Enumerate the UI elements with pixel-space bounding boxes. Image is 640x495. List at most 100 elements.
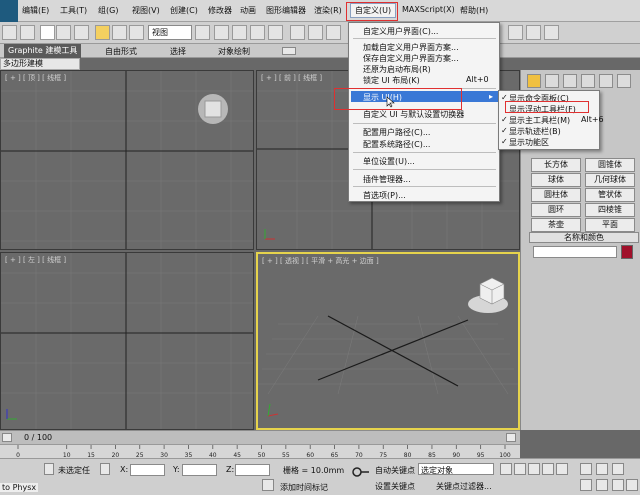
- maximize-viewport-icon[interactable]: [626, 479, 638, 491]
- tab-object-paint[interactable]: 对象绘制: [218, 46, 250, 57]
- tab-polygon-modeling[interactable]: 多边形建模: [0, 58, 80, 70]
- track-bar[interactable]: 0 10 15 20 25 30 35 40 45 50 55 60 65 70 75 80 85 90 95 100: [0, 444, 520, 459]
- key-filters-button[interactable]: 关键点过滤器...: [436, 481, 492, 492]
- mirror-icon[interactable]: [308, 25, 323, 40]
- time-slider-next-icon[interactable]: [506, 433, 516, 442]
- menu-item-revert-layout[interactable]: 还原为启动布局(R): [363, 64, 431, 75]
- menu-rendering[interactable]: 渲染(R): [314, 5, 342, 16]
- maxscript-toggle-icon[interactable]: [44, 463, 54, 475]
- menu-tools[interactable]: 工具(T): [60, 5, 87, 16]
- submenu-show-track-bar[interactable]: 显示轨迹栏(B): [509, 126, 561, 137]
- primitive-geosphere-button[interactable]: 几何球体: [585, 173, 635, 187]
- menu-animation[interactable]: 动画: [240, 5, 256, 16]
- name-color-rollout[interactable]: 名称和颜色: [529, 232, 639, 243]
- key-icon[interactable]: [352, 465, 370, 479]
- tab-selection[interactable]: 选择: [170, 46, 186, 57]
- menu-graph-editors[interactable]: 图形编辑器: [266, 5, 306, 16]
- rectangle-region-icon[interactable]: [74, 25, 89, 40]
- selection-lock-icon[interactable]: [100, 463, 110, 475]
- scale-icon[interactable]: [129, 25, 144, 40]
- utilities-tab-icon[interactable]: [617, 74, 631, 88]
- viewport-perspective[interactable]: [ + ] [ 透视 ] [ 平滑 + 高光 + 边面 ]: [256, 252, 520, 430]
- render-setup-icon[interactable]: [508, 25, 523, 40]
- select-object-icon[interactable]: [40, 25, 55, 40]
- zoom-extents-icon[interactable]: [612, 463, 624, 475]
- submenu-show-main-toolbar[interactable]: 显示主工具栏(M): [509, 115, 570, 126]
- named-selection-icon[interactable]: [290, 25, 305, 40]
- spinner-snap-icon[interactable]: [268, 25, 283, 40]
- primitive-cone-button[interactable]: 圆锥体: [585, 158, 635, 172]
- menu-item-ui-switcher[interactable]: 自定义 UI 与默认设置切换器: [363, 109, 464, 120]
- add-time-tag-label[interactable]: 添加时间标记: [280, 482, 328, 493]
- primitive-pyramid-button[interactable]: 四棱锥: [585, 203, 635, 217]
- auto-key-button[interactable]: 自动关键点: [375, 465, 415, 476]
- menu-item-customize-ui[interactable]: 自定义用户界面(C)...: [363, 26, 438, 37]
- key-selection-dropdown[interactable]: 选定对象: [418, 463, 494, 475]
- time-slider-prev-icon[interactable]: [2, 433, 12, 442]
- menu-item-configure-system-paths[interactable]: 配置系统路径(C)...: [363, 139, 430, 150]
- menu-item-plugin-manager[interactable]: 插件管理器...: [363, 174, 411, 185]
- menu-maxscript[interactable]: MAXScript(X): [402, 5, 455, 14]
- object-name-field[interactable]: [533, 246, 617, 258]
- add-time-tag-icon[interactable]: [262, 479, 274, 491]
- x-coordinate-field[interactable]: [130, 464, 165, 476]
- redo-icon[interactable]: [20, 25, 35, 40]
- field-of-view-icon[interactable]: [580, 479, 592, 491]
- viewport-left[interactable]: [ + ] [ 左 ] [ 线框 ]: [0, 252, 254, 430]
- snap-icon[interactable]: [214, 25, 229, 40]
- primitive-sphere-button[interactable]: 球体: [531, 173, 581, 187]
- next-frame-icon[interactable]: [542, 463, 554, 475]
- menu-create[interactable]: 创建(C): [170, 5, 198, 16]
- menu-item-configure-user-paths[interactable]: 配置用户路径(C)...: [363, 127, 430, 138]
- object-color-swatch[interactable]: [621, 245, 633, 259]
- render-icon[interactable]: [544, 25, 559, 40]
- viewport-top[interactable]: [ + ] [ 顶 ] [ 线框 ]: [0, 70, 254, 250]
- ribbon-options-icon[interactable]: [282, 47, 296, 55]
- primitive-plane-button[interactable]: 平面: [585, 218, 635, 232]
- reference-coordinate-select[interactable]: 视图: [148, 25, 192, 40]
- z-coordinate-field[interactable]: [235, 464, 270, 476]
- tab-graphite-modeling[interactable]: Graphite 建模工具: [4, 44, 82, 58]
- pivot-icon[interactable]: [195, 25, 210, 40]
- menu-item-lock-ui-layout[interactable]: 锁定 UI 布局(K): [363, 75, 420, 86]
- menu-item-load-ui-scheme[interactable]: 加载自定义用户界面方案...: [363, 42, 459, 53]
- create-tab-icon[interactable]: [527, 74, 541, 88]
- prev-frame-icon[interactable]: [514, 463, 526, 475]
- primitive-teapot-button[interactable]: 茶壶: [531, 218, 581, 232]
- menu-edit[interactable]: 编辑(E): [22, 5, 49, 16]
- zoom-icon[interactable]: [580, 463, 592, 475]
- display-tab-icon[interactable]: [599, 74, 613, 88]
- set-key-button[interactable]: 设置关键点: [375, 481, 415, 492]
- menu-modifiers[interactable]: 修改器: [208, 5, 232, 16]
- primitive-cylinder-button[interactable]: 圆柱体: [531, 188, 581, 202]
- percent-snap-icon[interactable]: [250, 25, 265, 40]
- menu-help[interactable]: 帮助(H): [460, 5, 488, 16]
- motion-tab-icon[interactable]: [581, 74, 595, 88]
- align-icon[interactable]: [326, 25, 341, 40]
- primitive-tube-button[interactable]: 管状体: [585, 188, 635, 202]
- angle-snap-icon[interactable]: [232, 25, 247, 40]
- goto-end-icon[interactable]: [556, 463, 568, 475]
- orbit-icon[interactable]: [612, 479, 624, 491]
- menu-item-units-setup[interactable]: 单位设置(U)...: [363, 156, 415, 167]
- goto-start-icon[interactable]: [500, 463, 512, 475]
- menu-group[interactable]: 组(G): [98, 5, 118, 16]
- undo-icon[interactable]: [2, 25, 17, 40]
- select-by-name-icon[interactable]: [56, 25, 71, 40]
- play-icon[interactable]: [528, 463, 540, 475]
- tab-freeform[interactable]: 自由形式: [105, 46, 137, 57]
- menu-item-save-ui-scheme[interactable]: 保存自定义用户界面方案...: [363, 53, 459, 64]
- menu-item-preferences[interactable]: 首选项(P)...: [363, 190, 406, 201]
- time-slider[interactable]: 0 / 100: [0, 430, 520, 444]
- menu-view[interactable]: 视图(V): [132, 5, 160, 16]
- rotate-icon[interactable]: [112, 25, 127, 40]
- zoom-all-icon[interactable]: [596, 463, 608, 475]
- app-logo[interactable]: [0, 0, 18, 22]
- y-coordinate-field[interactable]: [182, 464, 217, 476]
- primitive-box-button[interactable]: 长方体: [531, 158, 581, 172]
- maxscript-listener-mini[interactable]: to Physx: [0, 483, 39, 492]
- move-icon[interactable]: [95, 25, 110, 40]
- hierarchy-tab-icon[interactable]: [563, 74, 577, 88]
- pan-icon[interactable]: [596, 479, 608, 491]
- primitive-torus-button[interactable]: 圆环: [531, 203, 581, 217]
